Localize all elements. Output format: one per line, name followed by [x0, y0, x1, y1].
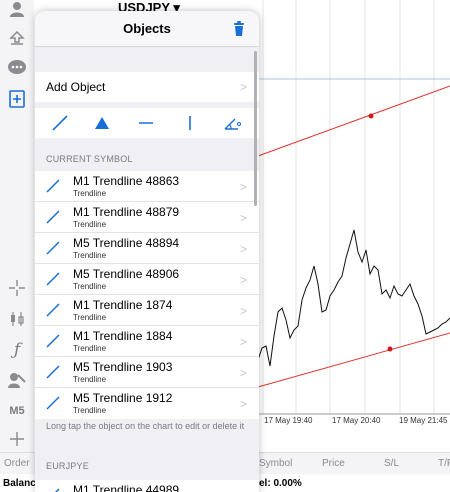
chevron-right-icon: >	[239, 180, 247, 194]
trade-icon[interactable]	[5, 27, 29, 51]
item-name: M1 Trendline 48879	[73, 205, 180, 219]
list-item[interactable]: M1 Trendline 48863 Trendline >	[35, 171, 259, 202]
item-name: M1 Trendline 48863	[73, 174, 180, 188]
list-item[interactable]: M5 Trendline 48906 Trendline >	[35, 264, 259, 295]
time-label: 17 May 20:40	[332, 416, 381, 425]
chevron-right-icon: >	[239, 211, 247, 225]
period-label[interactable]: M5	[5, 399, 29, 423]
edit-hint: Long tap the object on the chart to edit…	[46, 421, 245, 431]
item-type: Trendline	[73, 282, 107, 291]
tab-order[interactable]: Order	[4, 458, 30, 469]
list-item[interactable]: M1 Trendline 1874 Trendline >	[35, 295, 259, 326]
candlestick-icon[interactable]	[5, 307, 29, 331]
trendline-icon	[46, 241, 60, 255]
crosshair-icon[interactable]	[5, 276, 29, 300]
list-item[interactable]: M5 Trendline 1903 Trendline >	[35, 357, 259, 388]
list-item[interactable]: M1 Trendline 44989 >	[35, 480, 259, 492]
item-type: Trendline	[73, 313, 107, 322]
item-type: Trendline	[73, 251, 107, 260]
item-name: M5 Trendline 1912	[73, 391, 173, 405]
trendline-upper-anchor	[368, 113, 374, 119]
chevron-right-icon: >	[239, 273, 247, 287]
objects-panel-header: Objects	[35, 11, 259, 47]
margin-level: el: 0.00%	[259, 478, 302, 489]
item-name: M1 Trendline 1884	[73, 329, 173, 343]
plus-icon[interactable]	[5, 427, 29, 451]
time-label: 19 May 21:45	[399, 416, 448, 425]
panel-title: Objects	[123, 21, 171, 36]
tab-symbol[interactable]: Symbol	[259, 458, 292, 469]
chat-icon[interactable]	[5, 56, 29, 80]
trendline-icon	[46, 334, 60, 348]
account-icon[interactable]	[5, 0, 29, 21]
add-object-label: Add Object	[46, 80, 106, 94]
trendline-icon	[54, 488, 60, 492]
trendline-tool-icon[interactable]	[50, 114, 70, 132]
section-current-symbol: CURRENT SYMBOL	[46, 154, 133, 164]
item-name: M1 Trendline 44989	[73, 483, 180, 492]
tab-tp[interactable]: T/P	[438, 458, 450, 469]
chevron-right-icon: >	[239, 397, 247, 411]
chevron-right-icon: >	[239, 242, 247, 256]
add-object-row[interactable]: Add Object >	[35, 72, 259, 102]
chevron-right-icon: >	[239, 335, 247, 349]
tab-price[interactable]: Price	[322, 458, 345, 469]
trendline-icon	[46, 303, 60, 317]
panel-scrollbar[interactable]	[254, 51, 257, 206]
trendline-lower	[257, 332, 450, 388]
item-name: M5 Trendline 1903	[73, 360, 173, 374]
horizontal-line-tool-icon[interactable]	[136, 114, 156, 132]
item-type: Trendline	[73, 344, 107, 353]
trendline-lower-anchor	[387, 346, 393, 352]
trendline-icon	[46, 210, 60, 224]
objects-list: M1 Trendline 48863 Trendline > M1 Trendl…	[35, 171, 259, 419]
angle-tool-icon[interactable]	[223, 114, 243, 132]
time-label: 17 May 19:40	[264, 416, 313, 425]
chevron-right-icon: >	[239, 80, 247, 94]
function-icon[interactable]: ƒ	[5, 338, 29, 362]
list-item[interactable]: M1 Trendline 1884 Trendline >	[35, 326, 259, 357]
left-toolbar: ƒ M5	[0, 0, 34, 452]
list-item[interactable]: M1 Trendline 48879 Trendline >	[35, 202, 259, 233]
chart-grid	[262, 0, 435, 414]
chevron-right-icon: >	[239, 366, 247, 380]
trendline-icon	[46, 272, 60, 286]
item-name: M5 Trendline 48906	[73, 267, 180, 281]
trash-icon[interactable]	[233, 21, 245, 37]
trendline-upper	[257, 85, 450, 157]
object-tools-row	[35, 108, 259, 138]
triangle-tool-icon[interactable]	[92, 114, 112, 132]
add-object-icon[interactable]	[5, 87, 29, 111]
item-type: Trendline	[73, 220, 107, 229]
objects-icon[interactable]	[5, 368, 29, 392]
item-type: Trendline	[73, 189, 107, 198]
item-name: M1 Trendline 1874	[73, 298, 173, 312]
trendline-icon	[46, 396, 60, 410]
price-line	[257, 229, 450, 367]
time-axis: 17 May 19:40 17 May 20:40 19 May 21:45	[258, 414, 450, 430]
list-item[interactable]: M5 Trendline 1912 Trendline >	[35, 388, 259, 419]
list-item[interactable]: M5 Trendline 48894 Trendline >	[35, 233, 259, 264]
tab-sl[interactable]: S/L	[384, 458, 399, 469]
chevron-right-icon: >	[239, 304, 247, 318]
trendline-icon	[46, 179, 60, 193]
item-type: Trendline	[73, 406, 107, 415]
vertical-line-tool-icon[interactable]	[180, 114, 200, 132]
item-name: M5 Trendline 48894	[73, 236, 180, 250]
item-type: Trendline	[73, 375, 107, 384]
trendline-icon	[46, 365, 60, 379]
objects-panel: Objects Add Object > CURRENT SYMBOL M1 T…	[35, 11, 259, 492]
section-other-symbol: EURJPYE	[46, 461, 89, 471]
